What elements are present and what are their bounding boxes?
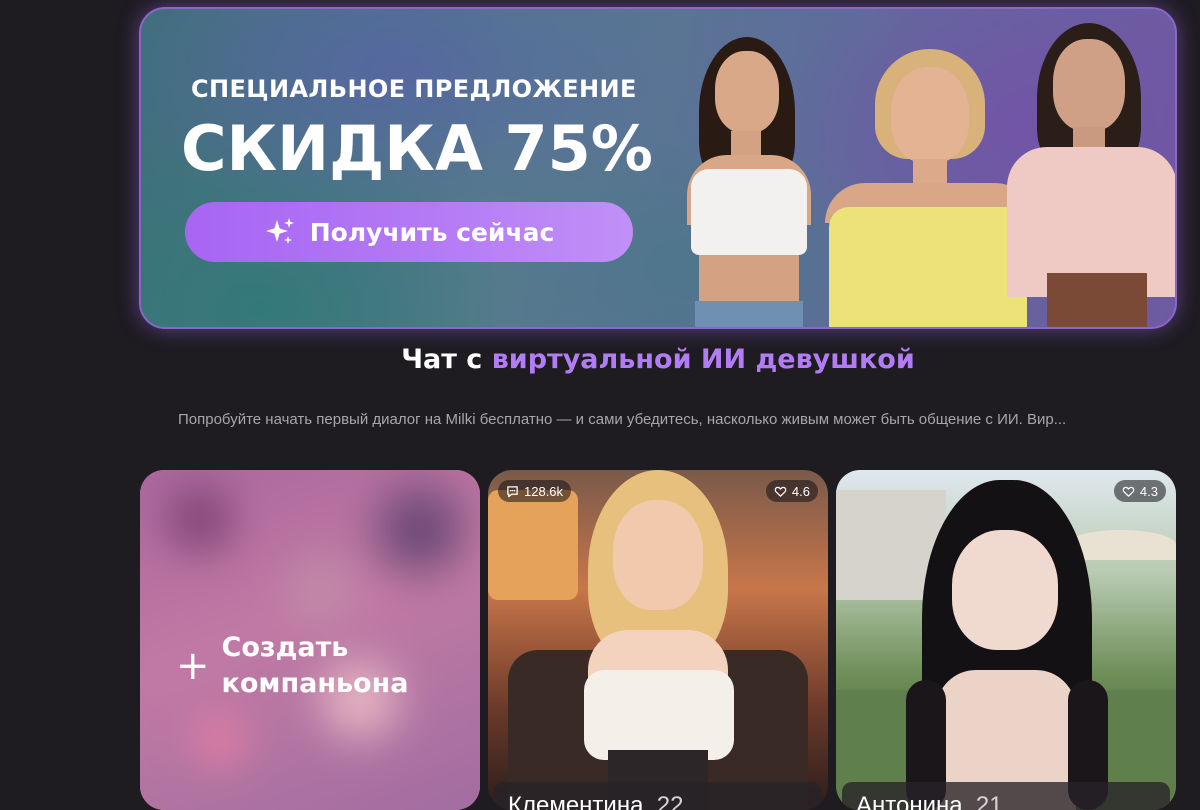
model-photo-right bbox=[1007, 23, 1175, 327]
character-name: Антонина, 21 bbox=[842, 782, 1170, 810]
character-age: 21 bbox=[969, 792, 1003, 810]
character-name: Клементина, 22 bbox=[494, 782, 822, 810]
model-photo-left bbox=[681, 29, 831, 327]
character-portrait bbox=[836, 470, 1176, 810]
section-title: Чат с виртуальной ИИ девушкой bbox=[0, 344, 1200, 375]
character-name-text: Клементина, bbox=[508, 792, 651, 810]
rating-value: 4.6 bbox=[791, 483, 810, 499]
heart-icon bbox=[774, 486, 787, 497]
rating-value: 4.3 bbox=[1139, 483, 1158, 499]
section-title-accent: виртуальной ИИ девушкой bbox=[491, 344, 915, 375]
character-age: 22 bbox=[650, 792, 684, 810]
plus-icon: + bbox=[176, 643, 210, 689]
create-companion-content: + Создать компаньона bbox=[176, 630, 412, 702]
promo-banner[interactable]: СПЕЦИАЛЬНОЕ ПРЕДЛОЖЕНИЕ СКИДКА 75% Получ… bbox=[139, 7, 1177, 329]
model-photo-center bbox=[825, 49, 1035, 327]
rating: 4.6 bbox=[765, 480, 818, 502]
promo-title: СКИДКА 75% bbox=[181, 112, 653, 185]
section-description: Попробуйте начать первый диалог на Milki… bbox=[178, 411, 1067, 428]
promo-subtitle: СПЕЦИАЛЬНОЕ ПРЕДЛОЖЕНИЕ bbox=[191, 75, 637, 103]
messages-count-value: 128.6k bbox=[524, 483, 564, 499]
chat-bubble-icon bbox=[507, 485, 518, 497]
get-now-button[interactable]: Получить сейчас bbox=[185, 202, 633, 262]
rating: 4.3 bbox=[1113, 480, 1166, 502]
get-now-label: Получить сейчас bbox=[309, 217, 555, 247]
create-companion-card[interactable]: + Создать компаньона bbox=[140, 470, 480, 810]
create-companion-label: Создать компаньона bbox=[221, 632, 409, 699]
messages-count: 128.6k bbox=[498, 480, 572, 502]
character-name-text: Антонина, bbox=[856, 792, 970, 810]
section-title-prefix: Чат с bbox=[401, 344, 492, 375]
character-portrait bbox=[488, 470, 828, 810]
character-card[interactable]: 4.3 Антонина, 21 bbox=[836, 470, 1176, 810]
sparkles-icon bbox=[265, 218, 294, 244]
heart-icon bbox=[1122, 486, 1135, 497]
character-card[interactable]: 128.6k 4.6 Клементина, 22 bbox=[488, 470, 828, 810]
